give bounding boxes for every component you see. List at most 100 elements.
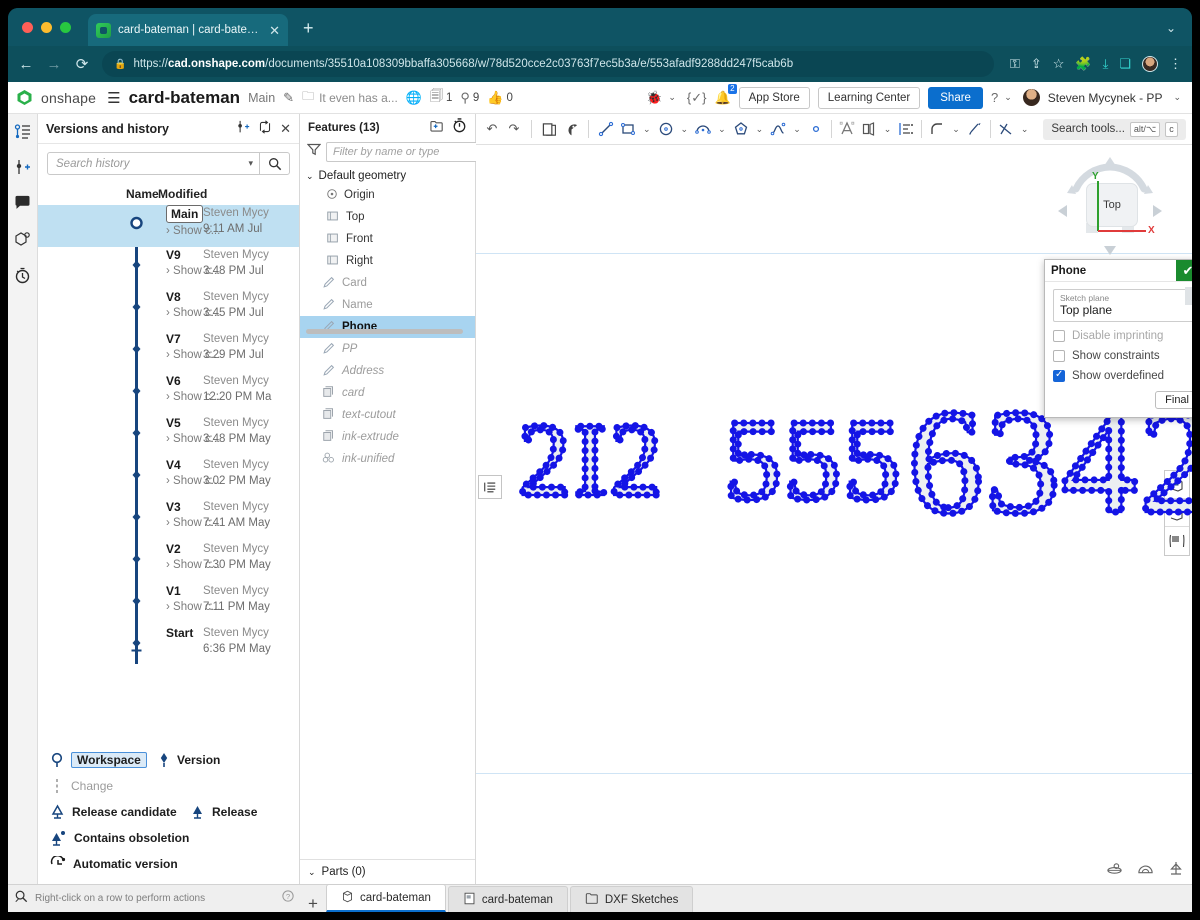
line-icon[interactable] xyxy=(596,118,616,140)
features-group-default-geometry[interactable]: ⌄ Default geometry xyxy=(300,168,475,184)
version-row[interactable]: V3› Show c...Steven Mycy7:41 AM May xyxy=(38,499,299,541)
view-cube[interactable]: Top Y X xyxy=(1050,151,1170,261)
bell-icon[interactable]: 🔔2 xyxy=(714,90,730,106)
version-node-icon[interactable] xyxy=(128,510,145,527)
sketch-plane-field[interactable]: Sketch plane Top plane ✕ xyxy=(1053,289,1192,322)
parts-bom-icon[interactable] xyxy=(12,228,34,250)
mass-properties-icon[interactable] xyxy=(1168,861,1184,880)
chevron-down-icon[interactable]: ⌄ xyxy=(1018,124,1032,135)
graphics-area[interactable]: ↶ ↷ ⌄ xyxy=(476,114,1192,884)
circle-icon[interactable] xyxy=(656,118,676,140)
add-folder-icon[interactable] xyxy=(430,119,445,138)
create-version-icon[interactable] xyxy=(12,156,34,178)
sketch-dialog[interactable]: Phone ✔ ✕ Sketch plane Top plane ✕ Disab… xyxy=(1044,259,1192,418)
document-title[interactable]: card-bateman xyxy=(129,88,240,108)
share-button[interactable]: Share xyxy=(928,87,983,109)
version-row[interactable]: V6› Show c...Steven Mycy12:20 PM Ma xyxy=(38,373,299,415)
help-icon[interactable]: ? xyxy=(282,889,294,907)
hamburger-icon[interactable]: ☰ xyxy=(107,89,120,107)
chevron-down-icon[interactable]: ▾ xyxy=(242,158,259,169)
version-row[interactable]: V8› Show c...Steven Mycy3:45 PM Jul xyxy=(38,289,299,331)
version-row[interactable]: Main› Show c...Steven Mycy9:11 AM Jul xyxy=(38,205,299,247)
share-icon[interactable]: ⇪ xyxy=(1031,56,1042,72)
sketch-pacman-icon[interactable] xyxy=(561,118,581,140)
final-button[interactable]: Final xyxy=(1155,391,1192,409)
folder-note[interactable]: 🗀 It even has a... xyxy=(302,87,398,108)
feature-item-address[interactable]: Address xyxy=(300,360,475,382)
checkbox-row[interactable]: Disable imprinting xyxy=(1053,330,1192,342)
feature-item-right[interactable]: Right xyxy=(300,250,475,272)
version-node-icon[interactable] xyxy=(128,426,145,443)
search-icon[interactable] xyxy=(259,153,289,174)
create-version-icon[interactable] xyxy=(236,120,250,137)
globe-icon[interactable]: 🌐 xyxy=(406,90,422,106)
document-tab[interactable]: card-bateman xyxy=(448,886,568,912)
feature-item-phone[interactable]: Phone xyxy=(300,316,475,338)
likes-indicator[interactable]: 👍0 xyxy=(487,90,513,106)
window-controls[interactable] xyxy=(22,22,71,33)
dialog-ok-button[interactable]: ✔ xyxy=(1176,260,1192,281)
versions-indicator[interactable]: ⚲9 xyxy=(460,90,479,106)
version-node-icon[interactable] xyxy=(128,216,145,233)
feature-item-ink-unified[interactable]: ink-unified xyxy=(300,448,475,470)
feature-item-front[interactable]: Front xyxy=(300,228,475,250)
back-button[interactable]: ← xyxy=(18,56,34,73)
version-node-icon[interactable] xyxy=(128,594,145,611)
copies-indicator[interactable]: 🗐1 xyxy=(430,87,452,109)
onshape-logo-icon[interactable] xyxy=(16,89,33,106)
chevron-down-icon[interactable]: ⌄ xyxy=(1166,21,1176,35)
feature-item-name[interactable]: Name xyxy=(300,294,475,316)
zoom-icon[interactable] xyxy=(14,889,28,908)
user-avatar[interactable] xyxy=(1023,89,1040,106)
filter-icon[interactable] xyxy=(307,143,321,161)
new-tab-button[interactable]: + xyxy=(303,19,314,37)
maximize-window-button[interactable] xyxy=(60,22,71,33)
comments-icon[interactable] xyxy=(12,192,34,214)
checkbox-box[interactable] xyxy=(1053,330,1065,342)
workspace-name[interactable]: Main xyxy=(248,91,275,105)
version-row[interactable]: V5› Show c...Steven Mycy3:48 PM May xyxy=(38,415,299,457)
version-node-icon[interactable] xyxy=(128,552,145,569)
chevron-down-icon[interactable]: ⌄ xyxy=(790,124,804,135)
chevron-down-icon[interactable]: ⌄ xyxy=(1170,92,1184,103)
feature-item-card[interactable]: card xyxy=(300,382,475,404)
rollback-timer-icon[interactable] xyxy=(452,118,467,138)
arc-icon[interactable] xyxy=(693,118,713,140)
chevron-down-icon[interactable]: ⌄ xyxy=(715,124,729,135)
feature-item-top[interactable]: Top xyxy=(300,206,475,228)
key-icon[interactable]: ⚿ xyxy=(1010,56,1020,72)
version-node-icon[interactable] xyxy=(128,300,145,317)
app-store-button[interactable]: App Store xyxy=(739,87,810,109)
polygon-icon[interactable] xyxy=(731,118,751,140)
help-icon[interactable]: ?⌄ xyxy=(991,90,1015,105)
sketch-canvas[interactable]: Top Y X ⌄ xyxy=(476,145,1192,884)
construction-icon[interactable] xyxy=(996,118,1016,140)
parts-section[interactable]: ⌄ Parts (0) xyxy=(300,859,475,884)
reload-button[interactable]: ⟳ xyxy=(74,55,90,73)
version-node-icon[interactable] xyxy=(128,342,145,359)
search-history-box[interactable]: ▾ xyxy=(47,152,290,175)
close-window-button[interactable] xyxy=(22,22,33,33)
feature-item-pp[interactable]: PP xyxy=(300,338,475,360)
close-tab-icon[interactable]: ✕ xyxy=(269,24,280,37)
sketch-display-icon[interactable] xyxy=(1106,861,1123,880)
search-tools-button[interactable]: Search tools... alt/⌥ c xyxy=(1043,119,1185,140)
point-icon[interactable] xyxy=(806,118,826,140)
text-icon[interactable] xyxy=(837,118,857,140)
features-filter-input[interactable] xyxy=(326,142,483,162)
version-row[interactable]: V7› Show c...Steven Mycy3:29 PM Jul xyxy=(38,331,299,373)
chevron-down-icon[interactable]: ⌄ xyxy=(678,124,692,135)
spline-icon[interactable] xyxy=(768,118,788,140)
fillet-icon[interactable] xyxy=(927,118,947,140)
feature-item-card[interactable]: Card xyxy=(300,272,475,294)
rectangle-icon[interactable] xyxy=(618,118,638,140)
version-node-icon[interactable] xyxy=(128,384,145,401)
pencil-icon[interactable]: ✎ xyxy=(283,90,294,106)
profile-avatar[interactable] xyxy=(1142,56,1158,72)
document-tab[interactable]: card-bateman xyxy=(326,884,446,912)
more-menu-icon[interactable]: ⋮ xyxy=(1169,56,1182,72)
minimize-window-button[interactable] xyxy=(41,22,52,33)
version-node-icon[interactable] xyxy=(128,636,145,653)
compare-icon[interactable] xyxy=(258,120,272,137)
sketch-copy-icon[interactable] xyxy=(539,118,559,140)
